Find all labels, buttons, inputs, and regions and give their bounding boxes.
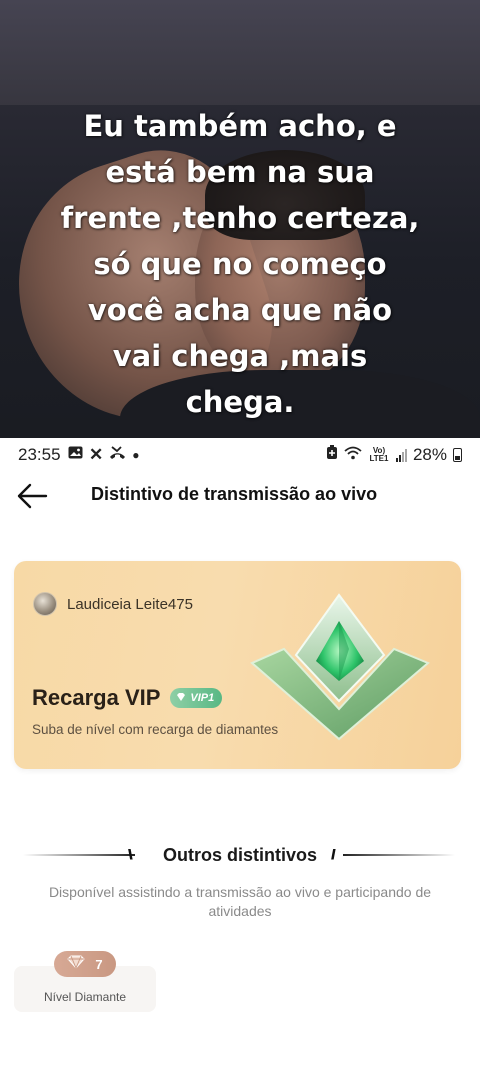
user-row: Laudiceia Leite475 bbox=[33, 592, 193, 616]
badge-tile-diamond[interactable]: 7 Nível Diamante bbox=[14, 951, 156, 1012]
overlay-caption: Eu também acho, e está bem na sua frente… bbox=[60, 109, 420, 419]
battery-icon bbox=[453, 448, 462, 462]
vip-subtitle: Suba de nível com recarga de diamantes bbox=[32, 722, 279, 737]
vip-title-row: Recarga VIP VIP1 bbox=[32, 685, 223, 711]
battery-saver-icon bbox=[326, 445, 338, 465]
divider-line-right bbox=[343, 854, 455, 856]
app-bar: Distintivo de transmissão ao vivo bbox=[0, 472, 480, 520]
username: Laudiceia Leite475 bbox=[67, 595, 193, 613]
vip-recharge-card[interactable]: Laudiceia Leite475 Recarga VIP VIP1 Suba… bbox=[14, 561, 461, 769]
vip-level-label: VIP1 bbox=[190, 692, 215, 704]
badge-label: Nível Diamante bbox=[43, 990, 127, 1004]
signal-icon bbox=[395, 448, 407, 462]
status-bar: 23:55 ✕ ● Vo) LTE1 28% bbox=[0, 438, 480, 472]
video-top-band bbox=[0, 0, 480, 105]
x-icon: ✕ bbox=[89, 445, 104, 464]
video-frame: Eu também acho, e está bem na sua frente… bbox=[0, 0, 480, 438]
status-time: 23:55 bbox=[18, 445, 61, 464]
diamond-icon bbox=[67, 955, 86, 974]
network-type: Vo) LTE1 bbox=[369, 446, 389, 463]
divider-slash-right: // bbox=[331, 846, 335, 862]
section-description: Disponível assistindo a transmissão ao v… bbox=[48, 884, 432, 919]
vip-level-badge: VIP1 bbox=[170, 688, 223, 708]
page-title: Distintivo de transmissão ao vivo bbox=[91, 484, 378, 504]
arrow-left-icon bbox=[17, 483, 48, 509]
gem-icon bbox=[176, 692, 186, 705]
back-button[interactable] bbox=[14, 478, 50, 514]
gallery-icon bbox=[68, 446, 83, 464]
section-divider: \\ Outros distintivos // bbox=[0, 842, 480, 870]
battery-percent: 28% bbox=[412, 445, 447, 464]
wifi-icon bbox=[344, 445, 362, 465]
dot-icon: ● bbox=[132, 448, 140, 462]
avatar bbox=[33, 592, 57, 616]
level-pill: 7 bbox=[54, 951, 116, 977]
status-right-icons: Vo) LTE1 28% bbox=[326, 445, 462, 465]
level-number: 7 bbox=[95, 956, 103, 972]
status-left-icons: ✕ ● bbox=[68, 445, 140, 465]
vip-title: Recarga VIP bbox=[32, 685, 161, 710]
missed-call-icon bbox=[109, 445, 126, 465]
